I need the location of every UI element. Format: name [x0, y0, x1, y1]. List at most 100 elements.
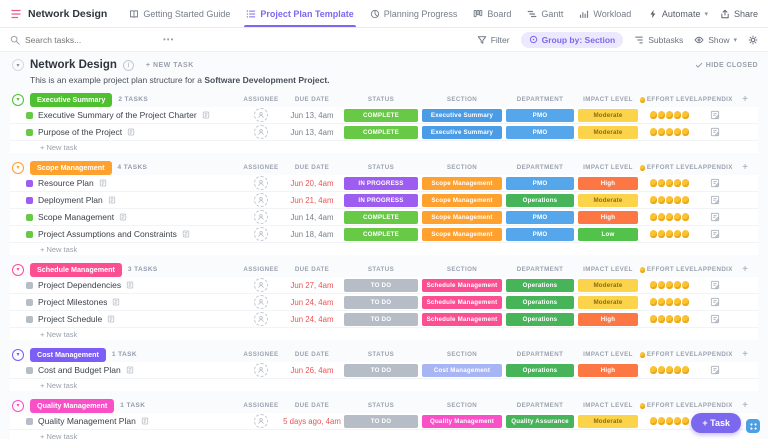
column-header-assignee[interactable]: ASSIGNEE [240, 351, 282, 358]
subtasks-button[interactable]: Subtasks [634, 35, 683, 45]
task-name[interactable]: Deployment Plan [38, 195, 103, 205]
appendix-cell[interactable] [698, 212, 732, 222]
status-pill[interactable]: IN PROGRESS [344, 177, 418, 190]
task-name-cell[interactable]: Purpose of the Project [10, 127, 240, 137]
status-pill[interactable]: TO DO [344, 313, 418, 326]
department-pill[interactable]: PMO [506, 177, 574, 190]
department-pill[interactable]: Operations [506, 313, 574, 326]
impact-level-pill[interactable]: High [578, 211, 638, 224]
due-date-cell[interactable]: Jun 24, 4am [282, 315, 342, 324]
assignee-cell[interactable] [240, 363, 282, 377]
column-header-section[interactable]: SECTION [420, 402, 504, 409]
settings-button[interactable] [748, 35, 758, 45]
impact-level-pill[interactable]: Moderate [578, 126, 638, 139]
group-name-badge[interactable]: Schedule Management [30, 263, 122, 277]
effort-level-cell[interactable] [640, 213, 698, 221]
column-header-effort-level[interactable]: EFFORT LEVEL [640, 164, 698, 171]
due-date-cell[interactable]: 5 days ago, 4am [282, 417, 342, 426]
department-pill[interactable]: Operations [506, 296, 574, 309]
task-name[interactable]: Resource Plan [38, 178, 94, 188]
status-pill[interactable]: IN PROGRESS [344, 194, 418, 207]
section-pill[interactable]: Scope Management [422, 228, 502, 241]
task-name-cell[interactable]: Project Assumptions and Constraints [10, 229, 240, 239]
column-header-assignee[interactable]: ASSIGNEE [240, 266, 282, 273]
effort-level-cell[interactable] [640, 111, 698, 119]
unassigned-avatar-icon[interactable] [254, 108, 268, 122]
assignee-cell[interactable] [240, 312, 282, 326]
task-status-square[interactable] [26, 299, 33, 306]
new-task-row[interactable]: + New task [10, 430, 758, 439]
task-status-square[interactable] [26, 129, 33, 136]
section-pill[interactable]: Schedule Management [422, 313, 502, 326]
column-header-section[interactable]: SECTION [420, 266, 504, 273]
new-task-row[interactable]: + New task [10, 379, 758, 391]
column-header-impact-level[interactable]: IMPACT LEVEL [576, 402, 640, 409]
section-pill[interactable]: Schedule Management [422, 279, 502, 292]
assignee-cell[interactable] [240, 108, 282, 122]
status-pill[interactable]: TO DO [344, 364, 418, 377]
status-pill[interactable]: COMPLETE [344, 126, 418, 139]
task-name-cell[interactable]: Project Dependencies [10, 280, 240, 290]
task-status-square[interactable] [26, 282, 33, 289]
department-pill[interactable]: PMO [506, 211, 574, 224]
section-pill[interactable]: Quality Management [422, 415, 502, 428]
column-header-due-date[interactable]: DUE DATE [282, 266, 342, 273]
due-date-cell[interactable]: Jun 27, 4am [282, 281, 342, 290]
column-header-due-date[interactable]: DUE DATE [282, 96, 342, 103]
appendix-cell[interactable] [698, 314, 732, 324]
hide-closed-button[interactable]: HIDE CLOSED [695, 61, 758, 69]
status-pill[interactable]: TO DO [344, 296, 418, 309]
search-input[interactable] [25, 35, 155, 45]
impact-level-pill[interactable]: High [578, 177, 638, 190]
column-header-impact-level[interactable]: IMPACT LEVEL [576, 266, 640, 273]
impact-level-pill[interactable]: Moderate [578, 279, 638, 292]
column-header-appendix[interactable]: APPENDIX [698, 96, 732, 103]
group-name-badge[interactable]: Quality Management [30, 399, 114, 413]
impact-level-pill[interactable]: High [578, 313, 638, 326]
assignee-cell[interactable] [240, 176, 282, 190]
task-name-cell[interactable]: Cost and Budget Plan [10, 365, 240, 375]
unassigned-avatar-icon[interactable] [254, 227, 268, 241]
status-pill[interactable]: COMPLETE [344, 211, 418, 224]
column-header-status[interactable]: STATUS [342, 96, 420, 103]
column-header-section[interactable]: SECTION [420, 164, 504, 171]
group-collapse-icon[interactable]: ▾ [12, 400, 24, 412]
department-pill[interactable]: PMO [506, 126, 574, 139]
effort-level-cell[interactable] [640, 298, 698, 306]
due-date-cell[interactable]: Jun 13, 4am [282, 128, 342, 137]
column-header-impact-level[interactable]: IMPACT LEVEL [576, 351, 640, 358]
task-status-square[interactable] [26, 197, 33, 204]
effort-level-cell[interactable] [640, 281, 698, 289]
section-pill[interactable]: Executive Summary [422, 109, 502, 122]
task-name-cell[interactable]: Project Schedule [10, 314, 240, 324]
group-name-badge[interactable]: Cost Management [30, 348, 106, 362]
assignee-cell[interactable] [240, 210, 282, 224]
column-header-section[interactable]: SECTION [420, 96, 504, 103]
effort-level-cell[interactable] [640, 230, 698, 238]
column-header-appendix[interactable]: APPENDIX [698, 351, 732, 358]
task-name-cell[interactable]: Resource Plan [10, 178, 240, 188]
due-date-cell[interactable]: Jun 24, 4am [282, 298, 342, 307]
due-date-cell[interactable]: Jun 20, 4am [282, 179, 342, 188]
column-header-assignee[interactable]: ASSIGNEE [240, 164, 282, 171]
appendix-cell[interactable] [698, 229, 732, 239]
add-column-button[interactable]: + [732, 400, 758, 411]
task-status-square[interactable] [26, 214, 33, 221]
unassigned-avatar-icon[interactable] [254, 278, 268, 292]
tab-workload[interactable]: Workload [571, 0, 639, 27]
show-button[interactable]: Show ▾ [694, 35, 737, 45]
column-header-due-date[interactable]: DUE DATE [282, 351, 342, 358]
column-header-assignee[interactable]: ASSIGNEE [240, 96, 282, 103]
unassigned-avatar-icon[interactable] [254, 125, 268, 139]
effort-level-cell[interactable] [640, 128, 698, 136]
assignee-cell[interactable] [240, 278, 282, 292]
status-pill[interactable]: TO DO [344, 415, 418, 428]
tab-gantt[interactable]: Gantt [519, 0, 571, 27]
effort-level-cell[interactable] [640, 179, 698, 187]
assignee-cell[interactable] [240, 227, 282, 241]
section-pill[interactable]: Cost Management [422, 364, 502, 377]
department-pill[interactable]: PMO [506, 228, 574, 241]
effort-level-cell[interactable] [640, 315, 698, 323]
column-header-effort-level[interactable]: EFFORT LEVEL [640, 351, 698, 358]
department-pill[interactable]: Operations [506, 194, 574, 207]
